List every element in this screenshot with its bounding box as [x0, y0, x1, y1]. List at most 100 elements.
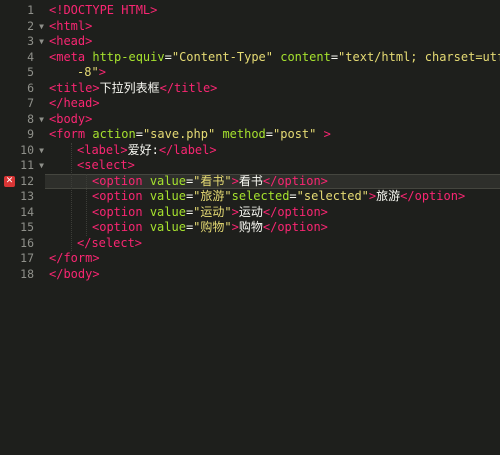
code-line-text: </form>: [49, 251, 100, 266]
fold-arrow-down-icon[interactable]: ▼: [39, 19, 44, 34]
token-str: "旅游": [193, 189, 232, 203]
code-line-18[interactable]: </body>: [45, 267, 500, 282]
token-tag: <label>: [77, 142, 128, 157]
code-line-text: <title>下拉列表框</title>: [49, 81, 217, 96]
gutter-line-7[interactable]: 7: [0, 96, 45, 111]
code-line-text: <select>: [77, 158, 135, 173]
code-line-13[interactable]: <option value="旅游"selected="selected">旅游…: [45, 189, 500, 204]
token-tag: </title>: [159, 80, 218, 95]
gutter-line-13[interactable]: 13: [0, 189, 45, 204]
token-pun: [316, 127, 323, 141]
token-tag: <option: [92, 204, 143, 219]
line-number: 13: [20, 189, 34, 203]
token-attr: selected: [231, 189, 290, 203]
token-tag: <body>: [49, 111, 93, 126]
code-line-14[interactable]: <option value="运动">运动</option>: [45, 205, 500, 220]
token-tag: >: [323, 127, 331, 141]
token-tag: <option: [92, 189, 143, 203]
token-pun: =: [164, 49, 172, 64]
code-line-text: </head>: [49, 96, 100, 111]
line-number: 7: [27, 96, 34, 110]
token-tag: </head>: [49, 96, 100, 110]
code-line-16[interactable]: </select>: [45, 236, 500, 251]
gutter-line-14[interactable]: 14: [0, 205, 45, 220]
token-tag: <meta: [49, 49, 86, 64]
gutter-line-2[interactable]: 2 ▼: [0, 19, 45, 34]
fold-arrow-down-icon[interactable]: ▼: [39, 34, 44, 49]
gutter-line-6[interactable]: 6: [0, 81, 45, 96]
token-pun: [143, 205, 150, 219]
gutter-line-16[interactable]: 16: [0, 236, 45, 251]
fold-arrow-down-icon[interactable]: ▼: [39, 112, 44, 127]
token-str: "text/html; charset=utf: [338, 49, 500, 64]
code-line-text: <option value="看书">看书</option>: [92, 174, 328, 189]
token-str: -8": [77, 65, 99, 79]
gutter-line-12[interactable]: ✕ 12: [0, 174, 45, 189]
token-tag: >: [231, 220, 239, 234]
fold-arrow-down-icon[interactable]: ▼: [39, 143, 44, 158]
gutter-line-11[interactable]: 11 ▼: [0, 158, 45, 173]
gutter-line-10[interactable]: 10 ▼: [0, 143, 45, 158]
code-area[interactable]: <!DOCTYPE HTML> <html> <head> <meta http-eq…: [45, 0, 500, 455]
token-tag: <form: [49, 127, 86, 141]
token-tag: </label>: [158, 142, 217, 157]
token-str: "运动": [193, 204, 232, 219]
token-pun: =: [289, 189, 297, 203]
gutter-line-15[interactable]: 15: [0, 220, 45, 235]
code-line-5[interactable]: -8">: [45, 65, 500, 80]
code-line-text: </body>: [49, 267, 100, 282]
line-number: 5: [27, 65, 34, 79]
gutter-line-9[interactable]: 9: [0, 127, 45, 142]
token-tag: </option>: [262, 173, 328, 188]
code-line-3[interactable]: <head>: [45, 34, 500, 49]
token-txt: 看书: [238, 173, 263, 188]
current-line-12[interactable]: <option value="看书">看书</option>: [45, 173, 500, 189]
code-line-15[interactable]: <option value="购物">购物</option>: [45, 220, 500, 235]
indent-guide: [86, 173, 87, 236]
token-txt: 下拉列表框: [99, 80, 160, 95]
token-attr: action: [92, 127, 136, 141]
code-line-2[interactable]: <html>: [45, 19, 500, 34]
code-line-text: <option value="旅游"selected="selected">旅游…: [92, 189, 465, 204]
token-tag: <title>: [49, 80, 100, 95]
token-tag: </form>: [49, 251, 100, 265]
token-attr: value: [149, 220, 186, 234]
gutter-line-3[interactable]: 3 ▼: [0, 34, 45, 49]
code-line-text: -8">: [77, 65, 106, 80]
code-line-9[interactable]: <form action="save.php" method="post" >: [45, 127, 500, 142]
gutter-line-4[interactable]: 4: [0, 50, 45, 65]
code-line-8[interactable]: <body>: [45, 112, 500, 127]
code-line-text: <form action="save.php" method="post" >: [49, 127, 331, 142]
gutter-line-1[interactable]: 1: [0, 3, 45, 18]
code-line-6[interactable]: <title>下拉列表框</title>: [45, 81, 500, 96]
fold-arrow-down-icon[interactable]: ▼: [39, 158, 44, 173]
token-tag: <head>: [49, 34, 93, 48]
gutter-line-5[interactable]: 5: [0, 65, 45, 80]
line-number: 12: [20, 173, 34, 188]
code-line-10[interactable]: <label>爱好:</label>: [45, 143, 500, 158]
line-number: 8: [27, 111, 34, 126]
code-line-7[interactable]: </head>: [45, 96, 500, 111]
code-line-text: <meta http-equiv="Content-Type" content=…: [49, 50, 500, 65]
token-str: "Content-Type": [171, 49, 273, 64]
gutter-line-8[interactable]: 8 ▼: [0, 112, 45, 127]
token-tag: >: [231, 204, 239, 219]
line-number: 14: [20, 204, 34, 219]
code-line-11[interactable]: <select>: [45, 158, 500, 173]
token-pun: [143, 220, 150, 234]
token-tag: </option>: [262, 220, 328, 234]
token-txt: 旅游: [376, 189, 401, 203]
line-number: 15: [20, 220, 34, 234]
line-number: 4: [27, 49, 34, 64]
gutter-line-18[interactable]: 18: [0, 267, 45, 282]
error-x-icon[interactable]: ✕: [4, 175, 15, 187]
code-line-17[interactable]: </form>: [45, 251, 500, 266]
token-attr: value: [149, 173, 186, 188]
code-editor[interactable]: 1 2 ▼ 3 ▼ 4 5 6 7 8 ▼ 9 10 ▼ 11 ▼ ✕ 12 13 14 15 16 17 18 <!DOCT…: [0, 0, 500, 455]
gutter-line-17[interactable]: 17: [0, 251, 45, 266]
token-pun: =: [265, 127, 274, 141]
token-attr: http-equiv: [92, 49, 165, 64]
code-line-4[interactable]: <meta http-equiv="Content-Type" content=…: [45, 50, 500, 65]
code-line-1[interactable]: <!DOCTYPE HTML>: [45, 3, 500, 18]
token-attr: value: [149, 204, 186, 219]
